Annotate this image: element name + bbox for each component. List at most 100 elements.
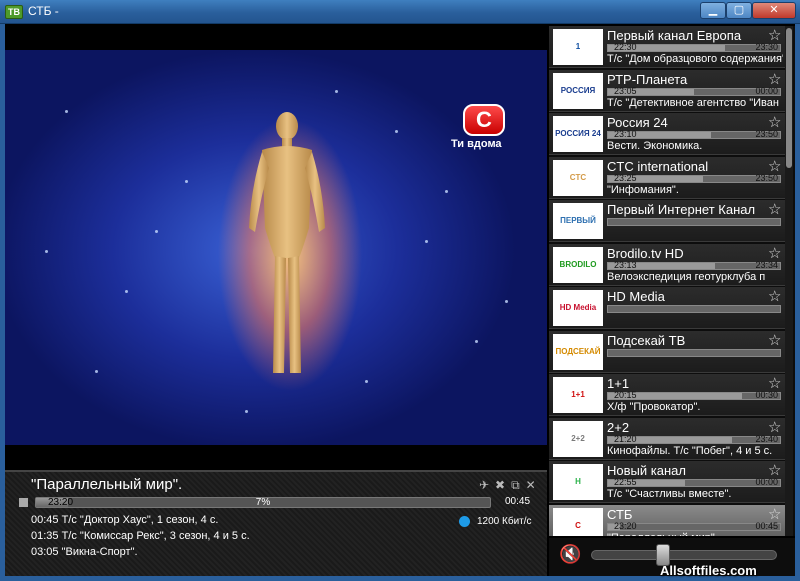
schedule-item: 03:05 "Викна-Спорт". bbox=[31, 546, 138, 558]
channel-item[interactable]: ССТБ☆23:2000:45"Параллельный мир". bbox=[549, 504, 785, 537]
channel-logo: ПЕРВЫЙ ИНТЕРНЕТ bbox=[553, 203, 603, 239]
channel-progress-bar: 21:20 23:40 bbox=[607, 433, 781, 444]
channel-logo: ПОДСЕКАЙ ТВ bbox=[553, 333, 603, 370]
channel-start-time: 20:15 bbox=[614, 390, 637, 400]
channel-logo: С bbox=[553, 507, 603, 536]
channel-progress-bar bbox=[607, 348, 781, 357]
channel-item[interactable]: CTC CTC international ☆ 23:25 23:50 "Инфомани… bbox=[549, 156, 785, 199]
channel-name: Первый канал Европа bbox=[607, 28, 742, 43]
channel-name: HD Media bbox=[607, 289, 665, 304]
channel-item[interactable]: HD Media HD Media ☆ bbox=[549, 287, 785, 329]
program-progress-percent: 7% bbox=[255, 497, 271, 508]
program-progress-bar: 23:20 7% bbox=[35, 497, 491, 508]
channel-current-program: Кинофайлы. Т/с "Побег", 4 и 5 с. bbox=[607, 444, 773, 457]
schedule-item: 01:35 Т/с "Комиссар Рекс", 3 сезон, 4 и … bbox=[31, 530, 250, 542]
channel-logo: РОССИЯ РТР bbox=[553, 72, 603, 109]
channel-item[interactable]: Н Новый канал ☆ 22:55 00:00 Т/с "Счастливы вм… bbox=[549, 461, 785, 503]
stop-icon[interactable] bbox=[19, 498, 28, 507]
channel-start-time: 23:20 bbox=[614, 520, 637, 531]
schedule-item: 00:45 Т/с "Доктор Хаус", 1 сезон, 4 с. bbox=[31, 514, 219, 526]
channel-progress-bar: 23:20 00:45 bbox=[607, 520, 781, 531]
program-title: "Параллельный мир". bbox=[31, 476, 183, 493]
channel-start-time: 23:13 bbox=[614, 259, 637, 270]
channel-start-time: 23:25 bbox=[614, 172, 637, 183]
channel-progress-bar: 23:13 23:34 bbox=[607, 259, 781, 270]
channel-name: 1+1 bbox=[607, 376, 630, 391]
channel-start-time: 22:55 bbox=[614, 477, 637, 487]
channel-name: Brodilo.tv HD bbox=[607, 245, 684, 261]
channel-progress-bar bbox=[607, 218, 781, 226]
channel-name: Новый канал bbox=[607, 463, 686, 478]
channel-end-time: 23:34 bbox=[755, 259, 778, 270]
channel-progress-bar: 22:30 23:30 bbox=[607, 42, 781, 52]
channel-progress-bar: 23:05 00:00 bbox=[607, 85, 781, 96]
channel-logo: HD Media bbox=[553, 290, 603, 326]
window-title: СТБ - bbox=[28, 4, 59, 18]
channel-name: Первый Интернет Канал bbox=[607, 202, 756, 217]
channel-end-time: 23:30 bbox=[755, 42, 778, 52]
favorite-star-icon[interactable]: ☆ bbox=[768, 287, 781, 305]
channel-current-program: "Инфомания". bbox=[607, 183, 679, 196]
channel-name: CTC international bbox=[607, 158, 709, 174]
close-button[interactable]: ✕ bbox=[752, 2, 796, 19]
channel-logo: РОССИЯ 24 bbox=[553, 116, 603, 152]
stb-channel-logo: С bbox=[463, 104, 505, 136]
channel-logo: 1+1 bbox=[553, 377, 603, 413]
channel-item[interactable]: ПЕРВЫЙ ИНТЕРНЕТ Первый Интернет Канал ☆ bbox=[549, 200, 785, 242]
watermark: Allsoftfiles.com bbox=[660, 563, 757, 578]
channel-current-program: "Параллельный мир". bbox=[607, 532, 783, 537]
panel-tool-icons[interactable]: ✈✖⧉✕ bbox=[479, 478, 542, 493]
channel-item[interactable]: 2+2 2+2 ☆ 21:20 23:40 Кинофайлы. Т/с "Побег",… bbox=[549, 417, 785, 460]
channel-current-program: Т/с "Детективное агентство "Иван bbox=[607, 96, 779, 109]
favorite-star-icon[interactable]: ☆ bbox=[768, 331, 781, 349]
channel-start-time: 23:10 bbox=[614, 129, 637, 139]
channel-item[interactable]: РОССИЯ 24 Россия 24 ☆ 23:10 23:50 Вести. Экон… bbox=[549, 113, 785, 155]
channel-progress-bar: 23:10 23:50 bbox=[607, 129, 781, 139]
channel-start-time: 21:20 bbox=[614, 433, 637, 444]
channel-current-program: Вести. Экономика. bbox=[607, 140, 703, 152]
bitrate-indicator-icon bbox=[459, 516, 470, 527]
channel-logo-caption: Ти вдома bbox=[451, 138, 502, 150]
channel-item[interactable]: РОССИЯ РТРРТР-Планета☆23:0500:00Т/с "Дет… bbox=[549, 69, 785, 112]
channel-start-time: 23:05 bbox=[614, 85, 637, 96]
bitrate-label: 1200 Кбит/с bbox=[477, 516, 532, 527]
channel-item[interactable]: BRODILO Brodilo.tv HD ☆ 23:13 23:34 Велоэкспе… bbox=[549, 243, 785, 286]
volume-slider[interactable] bbox=[591, 550, 777, 560]
video-frame[interactable]: С Ти вдома bbox=[5, 50, 547, 445]
channel-end-time: 00:00 bbox=[755, 85, 778, 96]
channel-end-time: 23:40 bbox=[755, 433, 778, 444]
channel-end-time: 00:45 bbox=[755, 520, 778, 531]
channel-end-time: 00:30 bbox=[755, 390, 778, 400]
channel-current-program: Т/с "Счастливы вместе". bbox=[607, 488, 732, 500]
channel-current-program: Велоэкспедиция геотурклуба п bbox=[607, 270, 766, 283]
channel-current-program: Х/ф "Провокатор". bbox=[607, 401, 701, 413]
app-icon: TB bbox=[5, 5, 23, 19]
window-border-right bbox=[795, 24, 800, 581]
channel-progress-bar: 20:15 00:30 bbox=[607, 390, 781, 400]
video-player[interactable]: С Ти вдома bbox=[5, 26, 547, 468]
program-end-time: 00:45 bbox=[505, 496, 531, 507]
channel-logo: BRODILO bbox=[553, 246, 603, 283]
human-figure-image bbox=[249, 112, 325, 373]
maximize-button[interactable]: ▢ bbox=[726, 2, 752, 19]
favorite-star-icon[interactable]: ☆ bbox=[768, 200, 781, 218]
channel-logo: 1 bbox=[553, 29, 603, 65]
title-bar: TB СТБ - ▁ ▢ ✕ bbox=[0, 0, 800, 24]
scrollbar-thumb[interactable] bbox=[786, 28, 792, 168]
channel-list-scrollbar[interactable] bbox=[785, 26, 793, 536]
channel-end-time: 23:50 bbox=[755, 129, 778, 139]
channel-name: РТР-Планета bbox=[607, 71, 688, 87]
minimize-button[interactable]: ▁ bbox=[700, 2, 726, 19]
channel-start-time: 22:30 bbox=[614, 42, 637, 52]
channel-progress-bar bbox=[607, 305, 781, 313]
now-playing-panel: "Параллельный мир". ✈✖⧉✕ 23:20 7% 00:45 … bbox=[5, 470, 547, 576]
channel-item[interactable]: 1+1 1+1 ☆ 20:15 00:30 Х/ф "Провокатор". bbox=[549, 374, 785, 416]
channel-progress-bar: 22:55 00:00 bbox=[607, 477, 781, 487]
channel-item[interactable]: ПОДСЕКАЙ ТВПодсекай ТВ ☆ bbox=[549, 330, 785, 373]
channel-item[interactable]: 1 Первый канал Европа ☆ 22:30 23:30 Т/с "Дом … bbox=[549, 26, 785, 68]
speaker-mute-icon[interactable]: 🔇 bbox=[559, 544, 581, 565]
channel-current-program: Т/с "Дом образцового содержания" bbox=[607, 53, 783, 65]
channel-name: 2+2 bbox=[607, 419, 630, 435]
channel-list[interactable]: ССТБ ☆ 23:20 00:45"Параллельный мир". Н Новый… bbox=[549, 26, 795, 536]
channel-name: СТБ bbox=[607, 506, 633, 522]
